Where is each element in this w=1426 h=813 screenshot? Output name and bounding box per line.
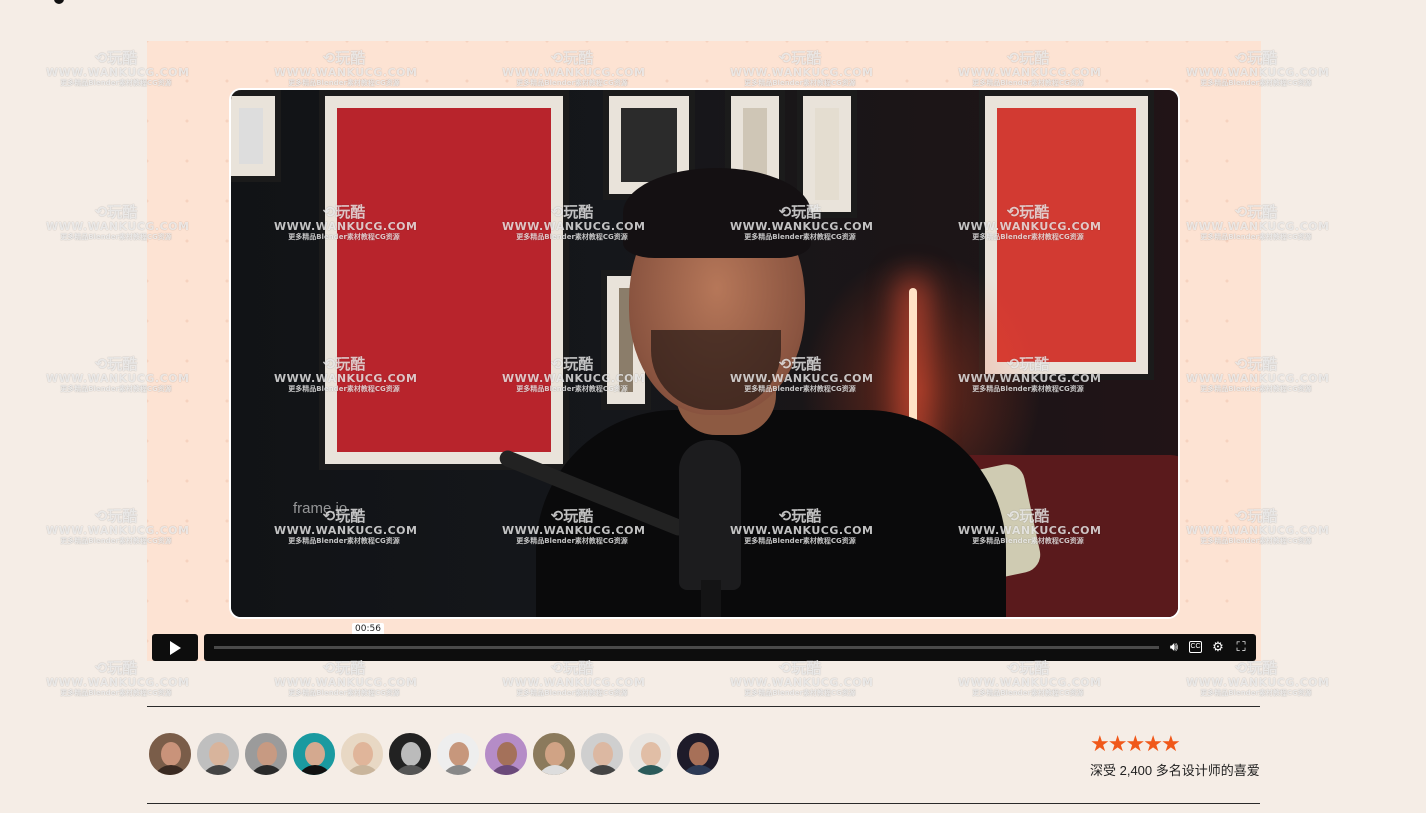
- avatar: [243, 731, 289, 777]
- video-frame-image: [231, 90, 1178, 617]
- video-player[interactable]: frame.io: [229, 88, 1180, 619]
- avatar: [147, 731, 193, 777]
- watermark: ⟲玩酷 WWW.WANKUCG.COM 更多精品Blender素材教程CG资源: [730, 659, 874, 698]
- fullscreen-icon[interactable]: ⛶: [1233, 639, 1249, 655]
- star-icon: ★: [1160, 731, 1181, 756]
- captions-button[interactable]: CC: [1189, 641, 1202, 653]
- star-rating: ★★★★★: [1090, 731, 1181, 756]
- avatar: [195, 731, 241, 777]
- watermark: ⟲玩酷 WWW.WANKUCG.COM 更多精品Blender素材教程CG资源: [1186, 659, 1330, 698]
- watermark: ⟲玩酷 WWW.WANKUCG.COM 更多精品Blender素材教程CG资源: [502, 659, 646, 698]
- avatar: [435, 731, 481, 777]
- progress-bar-container: 🔊︎ CC ⚙︎ ⛶: [204, 634, 1256, 661]
- avatar: [387, 731, 433, 777]
- rating-text: 深受 2,400 多名设计师的喜爱: [1090, 763, 1260, 778]
- corner-dot: [54, 0, 64, 4]
- rating-block: ★★★★★ 深受 2,400 多名设计师的喜爱: [1090, 731, 1260, 779]
- avatar: [531, 731, 577, 777]
- watermark: ⟲玩酷 WWW.WANKUCG.COM 更多精品Blender素材教程CG资源: [46, 659, 190, 698]
- watermark: ⟲玩酷 WWW.WANKUCG.COM 更多精品Blender素材教程CG资源: [274, 659, 418, 698]
- watermark: ⟲玩酷 WWW.WANKUCG.COM 更多精品Blender素材教程CG资源: [958, 659, 1102, 698]
- progress-track[interactable]: [214, 646, 1159, 649]
- avatar: [483, 731, 529, 777]
- avatar: [339, 731, 385, 777]
- volume-icon[interactable]: 🔊︎: [1166, 639, 1182, 655]
- video-controls: 00:56 🔊︎ CC ⚙︎ ⛶: [152, 623, 1256, 662]
- avatar: [291, 731, 337, 777]
- divider-bottom: [147, 803, 1260, 804]
- avatar: [627, 731, 673, 777]
- gear-icon[interactable]: ⚙︎: [1210, 639, 1226, 655]
- divider-top: [147, 706, 1260, 707]
- frame-io-logo: frame.io: [293, 500, 348, 517]
- avatar: [675, 731, 721, 777]
- avatar: [579, 731, 625, 777]
- play-button[interactable]: [152, 634, 198, 661]
